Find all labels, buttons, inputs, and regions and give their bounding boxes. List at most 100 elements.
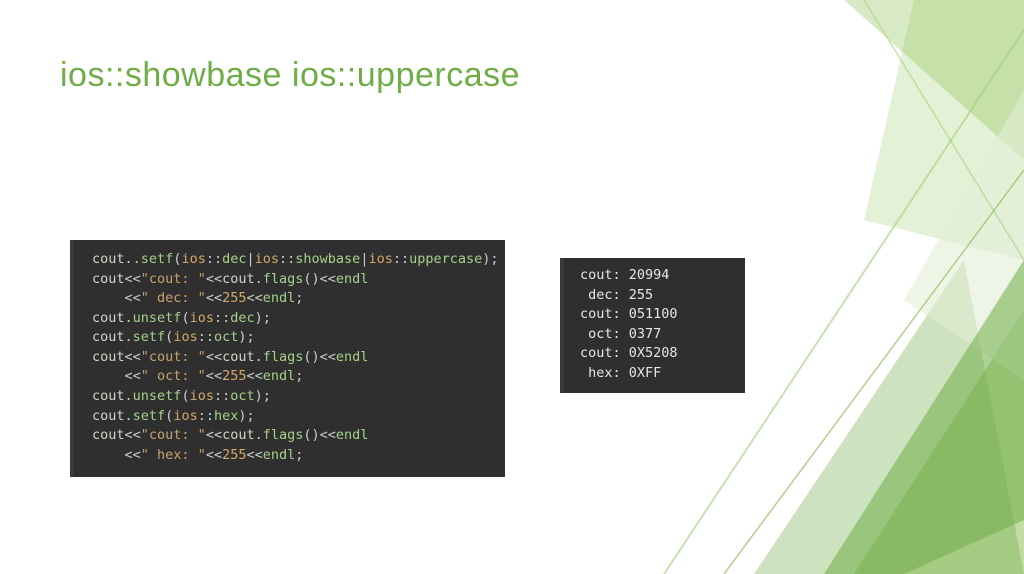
code-token: . — [255, 271, 263, 287]
code-token: ios — [368, 251, 392, 267]
code-token: :: — [279, 251, 295, 267]
code-token: ios — [190, 310, 214, 326]
code-token: . — [125, 310, 133, 326]
code-token: .setf — [133, 251, 174, 267]
code-token: flags — [263, 349, 304, 365]
code-token: oct — [214, 329, 238, 345]
output-label: dec: — [580, 287, 629, 303]
code-token: unsetf — [133, 310, 182, 326]
code-token: | — [246, 251, 254, 267]
code-token: ); — [255, 388, 271, 404]
code-token: cout — [92, 310, 125, 326]
code-token: << — [206, 368, 222, 384]
code-token: " oct: " — [141, 368, 206, 384]
code-token: "cout: " — [141, 427, 206, 443]
code-token: ; — [295, 368, 303, 384]
output-label: hex: — [580, 365, 629, 381]
code-token: . — [125, 408, 133, 424]
output-value: 0377 — [629, 326, 662, 342]
code-token: << — [125, 349, 141, 365]
code-token: endl — [263, 447, 296, 463]
code-token: ; — [295, 447, 303, 463]
code-token: flags — [263, 427, 304, 443]
code-token: ios — [181, 251, 205, 267]
code-token: << — [92, 290, 141, 306]
code-token: << — [206, 290, 222, 306]
code-token: << — [125, 427, 141, 443]
code-token: << — [246, 368, 262, 384]
code-token: cout — [92, 329, 125, 345]
code-token: :: — [214, 310, 230, 326]
code-token: unsetf — [133, 388, 182, 404]
code-token: " hex: " — [141, 447, 206, 463]
code-token: dec — [230, 310, 254, 326]
code-token: cout — [92, 388, 125, 404]
code-token: :: — [214, 388, 230, 404]
slide-title: ios::showbase ios::uppercase — [60, 56, 520, 95]
code-token: 255 — [222, 368, 246, 384]
code-snippet: cout..setf(ios::dec|ios::showbase|ios::u… — [70, 240, 505, 477]
code-token: cout — [92, 349, 125, 365]
code-token: hex — [214, 408, 238, 424]
output-value: 0X5208 — [629, 345, 678, 361]
code-token: :: — [198, 408, 214, 424]
output-snippet: cout: 20994 dec: 255 cout: 051100 oct: 0… — [560, 258, 745, 393]
code-token: oct — [230, 388, 254, 404]
code-token: << — [206, 271, 222, 287]
code-token: ios — [173, 408, 197, 424]
code-token: << — [206, 349, 222, 365]
code-token: << — [125, 271, 141, 287]
code-token: . — [125, 388, 133, 404]
code-token: "cout: " — [141, 349, 206, 365]
code-token: setf — [133, 408, 166, 424]
code-token: ()<< — [303, 271, 336, 287]
code-token: ()<< — [303, 427, 336, 443]
code-token: << — [92, 447, 141, 463]
code-token: showbase — [295, 251, 360, 267]
code-token: ); — [238, 329, 254, 345]
output-label: oct: — [580, 326, 629, 342]
code-token: dec — [222, 251, 246, 267]
output-value: 051100 — [629, 306, 678, 322]
code-token: ( — [181, 388, 189, 404]
code-token: ()<< — [303, 349, 336, 365]
code-token: uppercase — [409, 251, 482, 267]
code-token: ios — [190, 388, 214, 404]
code-token: :: — [206, 251, 222, 267]
output-label: cout: — [580, 306, 629, 322]
code-token: cout — [222, 271, 255, 287]
code-token: ); — [482, 251, 498, 267]
code-token: << — [206, 427, 222, 443]
code-token: . — [125, 329, 133, 345]
output-value: 0XFF — [629, 365, 662, 381]
output-label: cout: — [580, 345, 629, 361]
code-token: ios — [255, 251, 279, 267]
code-token: . — [255, 349, 263, 365]
code-token: << — [246, 447, 262, 463]
code-token: endl — [336, 271, 369, 287]
slide: ios::showbase ios::uppercase cout..setf(… — [0, 0, 1024, 574]
code-token: endl — [263, 368, 296, 384]
code-token: cout — [92, 271, 125, 287]
code-token: . — [125, 251, 133, 267]
code-token: ); — [238, 408, 254, 424]
code-token: << — [92, 368, 141, 384]
code-token: ( — [181, 310, 189, 326]
code-token: cout — [222, 349, 255, 365]
code-token: cout — [92, 427, 125, 443]
output-label: cout: — [580, 267, 629, 283]
code-token: " dec: " — [141, 290, 206, 306]
code-token: 255 — [222, 290, 246, 306]
code-token: "cout: " — [141, 271, 206, 287]
output-value: 255 — [629, 287, 653, 303]
code-token: endl — [336, 427, 369, 443]
code-token: . — [255, 427, 263, 443]
code-token: ios — [173, 329, 197, 345]
code-token: cout — [222, 427, 255, 443]
code-token: cout — [92, 408, 125, 424]
code-token: ); — [255, 310, 271, 326]
code-token: ; — [295, 290, 303, 306]
code-token: << — [246, 290, 262, 306]
code-token: 255 — [222, 447, 246, 463]
code-token: flags — [263, 271, 304, 287]
